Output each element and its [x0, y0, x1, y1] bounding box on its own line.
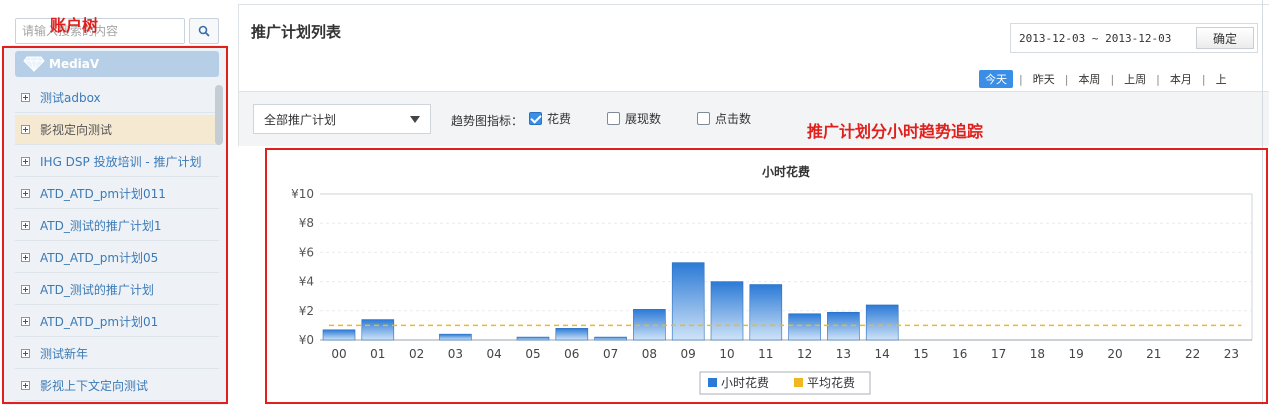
annotation-account-tree: 账户树: [50, 16, 99, 35]
filter-bar: 全部推广计划 趋势图指标： 花费 展现数 点击数 推广计划分小时趋势追踪: [238, 92, 1269, 146]
metric-option-label: 花费: [547, 112, 572, 126]
period-today[interactable]: 今天: [979, 70, 1013, 88]
separator: |: [1110, 72, 1115, 86]
confirm-button[interactable]: 确定: [1196, 27, 1254, 49]
separator: |: [1019, 72, 1023, 86]
metric-option-label: 展现数: [625, 112, 662, 126]
separator: |: [1156, 72, 1160, 86]
search-icon: [198, 25, 210, 37]
plan-select[interactable]: 全部推广计划: [253, 104, 431, 134]
search-button[interactable]: [189, 18, 219, 44]
period-last-week[interactable]: 上周: [1120, 71, 1150, 87]
metric-option-label: 点击数: [715, 112, 752, 126]
date-range-text: 2013-12-03 ~ 2013-12-03: [1019, 32, 1172, 45]
checkbox-checked-icon[interactable]: [529, 112, 542, 125]
header-panel: 推广计划列表 2013-12-03 ~ 2013-12-03 确定 今天 | 昨…: [238, 4, 1269, 92]
metric-impressions-checkbox[interactable]: 展现数: [607, 110, 661, 127]
metric-label: 趋势图指标：: [451, 114, 524, 128]
date-range-picker[interactable]: 2013-12-03 ~ 2013-12-03 确定: [1010, 23, 1258, 53]
period-this-month[interactable]: 本月: [1166, 71, 1196, 87]
annotation-box-account-tree: [2, 46, 228, 404]
period-yesterday[interactable]: 昨天: [1029, 71, 1059, 87]
caret-down-icon: [410, 116, 420, 123]
period-last-month[interactable]: 上: [1212, 71, 1231, 87]
checkbox-icon[interactable]: [697, 112, 710, 125]
page-title: 推广计划列表: [251, 23, 342, 41]
separator: |: [1201, 72, 1206, 86]
period-this-week[interactable]: 本周: [1074, 71, 1104, 87]
period-selector: 今天 | 昨天 | 本周 | 上周 | 本月 | 上: [979, 69, 1231, 89]
plan-select-value: 全部推广计划: [264, 112, 337, 127]
tree-search-input[interactable]: [15, 18, 185, 44]
annotation-hourly-trend: 推广计划分小时趋势追踪: [807, 122, 984, 141]
metric-cost-checkbox[interactable]: 花费: [529, 110, 571, 127]
tree-search: [15, 18, 219, 46]
annotation-box-chart: [265, 148, 1268, 404]
metric-clicks-checkbox[interactable]: 点击数: [697, 110, 751, 127]
separator: |: [1064, 72, 1069, 86]
checkbox-icon[interactable]: [607, 112, 620, 125]
